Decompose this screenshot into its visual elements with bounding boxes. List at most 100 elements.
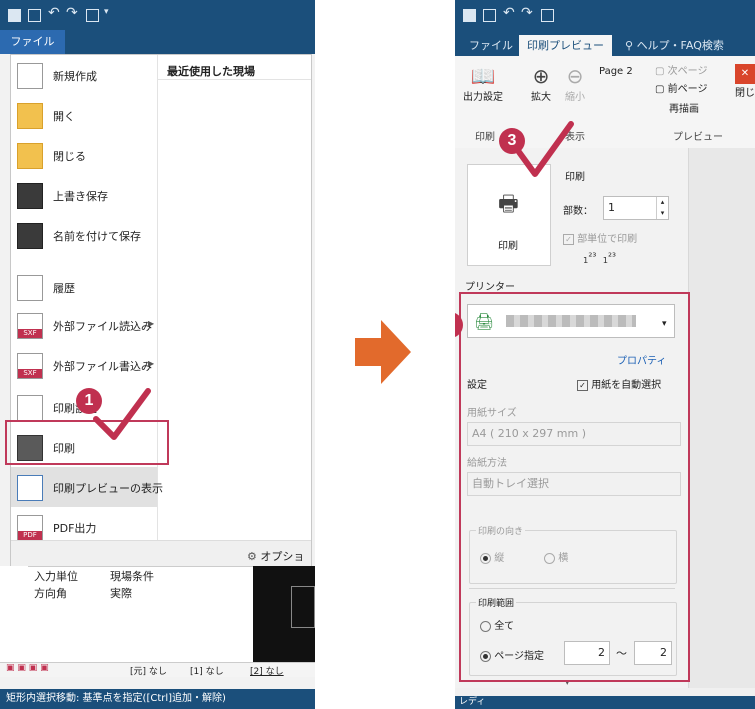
grid-value: 現場条件 <box>110 570 154 583</box>
save-icon[interactable] <box>28 9 41 22</box>
file-menu-label: PDF出力 <box>53 522 97 535</box>
close-label: 閉じる <box>735 88 755 99</box>
print-icon[interactable] <box>541 9 554 22</box>
print-icon[interactable] <box>86 9 99 22</box>
book-icon: 📖 <box>470 64 496 88</box>
save-icon <box>17 183 43 209</box>
spinner-icon[interactable]: ▴ ▾ <box>656 197 668 219</box>
file-menu-label: 新規作成 <box>53 70 97 83</box>
app-icon <box>8 9 21 22</box>
help-search[interactable]: ⚲ ヘルプ・FAQ検索 <box>625 35 724 56</box>
quick-access-toolbar: ↶ ↷ <box>455 0 755 30</box>
printer-icon: 🖶 <box>498 192 519 217</box>
output-settings-label: 出力設定 <box>463 92 503 103</box>
open-folder-icon <box>17 103 43 129</box>
close-preview-button[interactable]: ✕ 閉じる <box>735 64 755 99</box>
undo-icon[interactable]: ↶ <box>48 5 60 21</box>
file-menu-item[interactable]: 閉じる <box>11 135 157 175</box>
grid-value: 実際 <box>110 587 132 600</box>
copies-label: 部数： <box>563 206 593 217</box>
collate-preview-icon: 1²³ 1²³ <box>583 252 617 265</box>
print-preview-icon <box>17 475 43 501</box>
printer-settings-highlight <box>459 292 690 682</box>
print-button-label: 印刷 <box>498 241 518 252</box>
file-menu-item[interactable]: 印刷プレビューの表示 <box>11 467 163 507</box>
redo-icon[interactable]: ↷ <box>66 5 78 21</box>
check-mark-icon <box>516 121 574 177</box>
zoom-in-icon: ⊕ <box>532 64 550 88</box>
right-window: ↶ ↷ ファイル 印刷プレビュー ⚲ ヘルプ・FAQ検索 📖 出力設定 ⊕ 拡大… <box>455 0 755 709</box>
next-page-icon: ▢ <box>655 66 665 77</box>
file-menu-item[interactable]: 名前を付けて保存 <box>11 215 157 255</box>
file-menu: 新規作成 開く 閉じる 上書き保存 名前を付けて保存 履歴 SXF 外部ファイル読込み ▶ SXF… <box>10 54 312 579</box>
zoom-out-label: 縮小 <box>565 92 585 103</box>
redraw-button[interactable]: 再描画 <box>669 100 699 115</box>
printer-label: プリンター <box>465 282 515 293</box>
file-menu-item[interactable]: 履歴 <box>11 267 157 307</box>
undo-icon[interactable]: ↶ <box>503 5 515 21</box>
file-menu-label: 外部ファイル読込み <box>53 320 152 333</box>
print-settings-icon <box>17 395 43 421</box>
grid-key: 方向角 <box>34 587 67 600</box>
prev-page-label: 前ページ <box>667 84 708 95</box>
layer-icons[interactable]: ▣ ▣ ▣ ▣ <box>6 663 49 673</box>
file-menu-item[interactable]: 開く <box>11 95 157 135</box>
left-window: ↶ ↷ ▾ ファイル 新規作成 開く 閉じる 上書き保存 名前を付けて保存 履歴 SXF 外部… <box>0 0 315 709</box>
status-bar: レディ <box>455 696 755 709</box>
tab-print-preview[interactable]: 印刷プレビュー <box>519 35 612 56</box>
pdf-icon: PDF <box>17 515 43 541</box>
file-menu-label: 閉じる <box>53 150 86 163</box>
status-bar: 矩形内選択移動: 基準点を指定([Ctrl]追加・解除) <box>0 689 315 709</box>
tab-file[interactable]: ファイル <box>469 35 513 56</box>
drawing-canvas[interactable] <box>253 566 315 666</box>
file-menu-item[interactable]: SXF 外部ファイル読込み ▶ <box>11 305 157 345</box>
submenu-arrow-icon: ▶ <box>148 359 155 368</box>
close-icon: ✕ <box>735 64 755 84</box>
next-page-button[interactable]: ▢ 次ページ <box>655 62 707 77</box>
zoom-in-label: 拡大 <box>531 92 551 103</box>
recent-sites-title: 最近使用した現場 <box>167 65 255 78</box>
ribbon-tab-bar: ファイル 印刷プレビュー ⚲ ヘルプ・FAQ検索 <box>455 30 755 56</box>
zoom-out-icon: ⊖ <box>566 64 584 88</box>
tab-origin[interactable]: [元] なし <box>130 664 167 677</box>
collate-label: 部単位で印刷 <box>577 234 638 245</box>
gear-icon: ⚙ <box>247 550 257 563</box>
file-menu-label: 開く <box>53 110 75 123</box>
file-menu-label: 名前を付けて保存 <box>53 230 141 243</box>
zoom-in-button[interactable]: ⊕ 拡大 <box>527 64 555 103</box>
file-type-tag: SXF <box>18 369 42 378</box>
file-menu-list: 新規作成 開く 閉じる 上書き保存 名前を付けて保存 履歴 SXF 外部ファイル読込み ▶ SXF… <box>11 55 163 541</box>
file-menu-label: 上書き保存 <box>53 190 108 203</box>
sxf-import-icon: SXF <box>17 313 43 339</box>
file-menu-item[interactable]: 上書き保存 <box>11 175 157 215</box>
search-icon: ⚲ <box>625 39 634 52</box>
preview-area <box>688 148 755 688</box>
page-indicator: Page 2 <box>599 66 633 77</box>
tab-2[interactable]: [2] なし <box>250 664 284 677</box>
save-icon[interactable] <box>483 9 496 22</box>
file-menu-item[interactable]: 新規作成 <box>11 55 157 95</box>
file-type-tag: SXF <box>18 329 42 338</box>
save-as-icon <box>17 223 43 249</box>
redo-icon[interactable]: ↷ <box>521 5 533 21</box>
zoom-out-button[interactable]: ⊖ 縮小 <box>561 64 589 103</box>
output-settings-button[interactable]: 📖 出力設定 <box>461 64 505 103</box>
copies-field[interactable]: 1 ▴ ▾ <box>603 196 669 220</box>
property-grid: 入力単位 現場条件 方向角 実際 ▣ ▣ ▣ ▣ [元] なし [1] なし [… <box>0 566 315 677</box>
next-page-label: 次ページ <box>667 66 708 77</box>
tab-file[interactable]: ファイル <box>0 30 65 54</box>
check-mark-icon <box>93 388 151 440</box>
tab-1[interactable]: [1] なし <box>190 664 224 677</box>
divider <box>157 79 311 80</box>
qat-dropdown-icon[interactable]: ▾ <box>104 7 109 17</box>
quick-access-toolbar: ↶ ↷ ▾ <box>0 0 315 30</box>
file-type-tag: PDF <box>18 531 42 540</box>
file-menu-item[interactable]: SXF 外部ファイル書込み ▶ <box>11 345 157 385</box>
submenu-arrow-icon: ▶ <box>148 319 155 328</box>
prev-page-button[interactable]: ▢ 前ページ <box>655 80 707 95</box>
collate-checkbox[interactable]: ✓ 部単位で印刷 <box>563 230 637 245</box>
app-icon <box>463 9 476 22</box>
group-preview-label: プレビュー <box>673 132 723 143</box>
prev-page-icon: ▢ <box>655 84 665 95</box>
ribbon-tab-bar: ファイル <box>0 30 315 54</box>
